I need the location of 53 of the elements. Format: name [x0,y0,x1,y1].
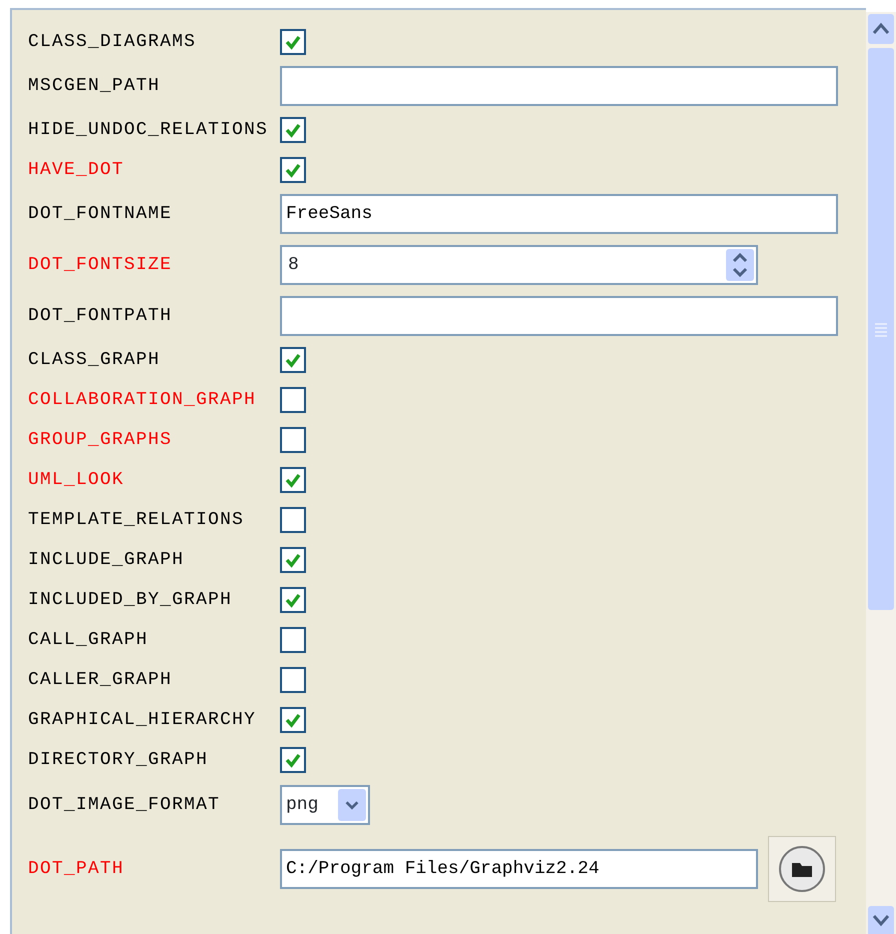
option-label: HAVE_DOT [28,158,126,182]
caret-icon [338,789,366,821]
option-label: DOT_FONTPATH [28,304,174,328]
checkbox[interactable] [280,587,306,613]
check-icon [284,711,302,729]
checkbox[interactable] [280,387,306,413]
input-field[interactable]: FreeSans [280,194,838,234]
option-label: COLLABORATION_GRAPH [28,388,258,412]
folder-icon [778,845,826,893]
check-icon [284,591,302,609]
checkbox[interactable] [280,347,306,373]
option-label: CALLER_GRAPH [28,668,174,692]
check-icon [284,351,302,369]
checkbox[interactable] [280,117,306,143]
input-field[interactable] [280,296,838,336]
check-icon [284,751,302,769]
option-label: INCLUDE_GRAPH [28,548,186,572]
check-icon [284,161,302,179]
checkbox[interactable] [280,627,306,653]
input-field[interactable]: C:/Program Files/Graphviz2.24 [280,849,758,889]
option-label: GRAPHICAL_HIERARCHY [28,708,258,732]
option-label: MSCGEN_PATH [28,74,162,98]
option-label: TEMPLATE_RELATIONS [28,508,246,532]
check-icon [284,121,302,139]
option-label: CALL_GRAPH [28,628,150,652]
checkbox[interactable] [280,467,306,493]
browse-button[interactable] [768,836,836,902]
input-field[interactable] [280,66,838,106]
option-label: CLASS_GRAPH [28,348,162,372]
option-label: GROUP_GRAPHS [28,428,174,452]
checkbox[interactable] [280,157,306,183]
option-label: INCLUDED_BY_GRAPH [28,588,234,612]
option-label: HIDE_UNDOC_RELATIONS [28,118,270,142]
checkbox[interactable] [280,747,306,773]
option-label: DOT_FONTSIZE [28,254,174,276]
spin-field[interactable]: 8 [280,245,758,285]
option-label: DIRECTORY_GRAPH [28,748,210,772]
spin-arrows-icon[interactable] [726,249,754,281]
check-icon [284,471,302,489]
check-icon [284,551,302,569]
dropdown[interactable]: png [280,785,370,825]
checkbox[interactable] [280,667,306,693]
checkbox[interactable] [280,29,306,55]
checkbox[interactable] [280,427,306,453]
option-label: DOT_IMAGE_FORMAT [28,794,222,816]
checkbox[interactable] [280,507,306,533]
checkbox[interactable] [280,547,306,573]
option-label: CLASS_DIAGRAMS [28,30,198,54]
option-label: DOT_FONTNAME [28,202,174,226]
option-label: UML_LOOK [28,468,126,492]
checkbox[interactable] [280,707,306,733]
option-label: DOT_PATH [28,858,126,880]
check-icon [284,33,302,51]
